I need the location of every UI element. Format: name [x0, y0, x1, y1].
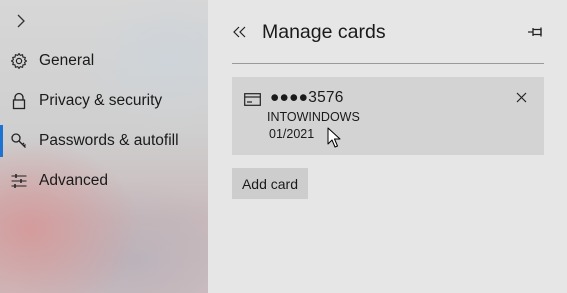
sidebar-item-passwords-autofill[interactable]: Passwords & autofill [0, 122, 208, 160]
sidebar-item-label: Advanced [39, 172, 108, 189]
card-expiry: 01/2021 [269, 127, 315, 141]
settings-sidebar: General Privacy & security Passwords & a… [0, 0, 208, 293]
key-icon [10, 132, 28, 150]
pin-icon [528, 27, 542, 37]
page-title: Manage cards [262, 21, 386, 43]
expand-sidebar-button[interactable] [10, 10, 32, 32]
sidebar-item-label: Privacy & security [39, 92, 163, 109]
add-card-button[interactable]: Add card [232, 168, 308, 199]
sidebar-item-privacy-security[interactable]: Privacy & security [0, 82, 208, 120]
double-chevron-left-icon [233, 26, 246, 38]
gear-icon [10, 52, 28, 70]
card-holder-name: INTOWINDOWS [267, 110, 360, 124]
remove-card-button[interactable] [513, 89, 529, 105]
close-icon [516, 92, 526, 102]
chevron-right-icon [17, 14, 25, 28]
back-button[interactable] [231, 22, 249, 42]
manage-cards-panel: Manage cards ●●●●3576 INTOWINDOWS 01/202… [208, 0, 567, 293]
lock-icon [10, 92, 28, 110]
sidebar-item-advanced[interactable]: Advanced [0, 162, 208, 200]
credit-card-icon [244, 93, 261, 106]
card-number: ●●●●3576 [270, 89, 344, 106]
sidebar-item-label: General [39, 52, 95, 69]
sidebar-item-general[interactable]: General [0, 42, 208, 80]
saved-card-item[interactable]: ●●●●3576 INTOWINDOWS 01/2021 [232, 77, 544, 155]
pin-button[interactable] [526, 22, 546, 42]
sliders-icon [10, 172, 28, 190]
header-divider [232, 63, 544, 64]
sidebar-item-label: Passwords & autofill [39, 132, 179, 149]
